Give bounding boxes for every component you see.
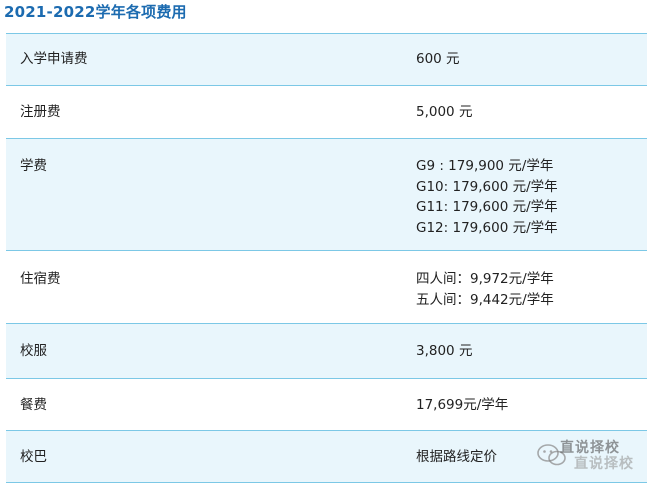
fee-value-line: 根据路线定价: [416, 449, 497, 465]
fee-value: 根据路线定价: [416, 447, 497, 468]
fee-table: 入学申请费 600 元 注册费 5,000 元 学费 G9 : 179,900 …: [6, 33, 647, 483]
fee-name: 住宿费: [20, 271, 61, 287]
fee-value: 3,800 元: [416, 341, 472, 362]
fee-value-line: G10: 179,600 元/学年: [416, 178, 558, 195]
fee-value-line: 五人间：9,442元/学年: [416, 291, 554, 308]
fee-name: 学费: [20, 158, 47, 174]
fee-value-line: 5,000 元: [416, 104, 473, 120]
fee-value: 17,699元/学年: [416, 395, 508, 416]
fee-value: 四人间：9,972元/学年 五人间：9,442元/学年: [416, 269, 554, 310]
fee-value: 600 元: [416, 49, 460, 70]
fee-value-line: G12: 179,600 元/学年: [416, 219, 558, 236]
fee-value: G9 : 179,900 元/学年 G10: 179,600 元/学年 G11:…: [416, 156, 558, 238]
fee-value-line: 四人间：9,972元/学年: [416, 271, 554, 287]
fee-row-registration: 注册费 5,000 元: [6, 86, 647, 139]
fee-row-application: 入学申请费 600 元: [6, 34, 647, 86]
fee-row-uniform: 校服 3,800 元: [6, 324, 647, 379]
fee-value-line: 600 元: [416, 51, 460, 67]
fee-value-line: G11: 179,600 元/学年: [416, 199, 558, 215]
fee-value-line: 17,699元/学年: [416, 397, 509, 413]
fee-row-meals: 餐费 17,699元/学年: [6, 379, 647, 431]
fee-name: 校巴: [20, 449, 47, 465]
fee-value-line: 3,800 元: [416, 343, 473, 359]
page-title: 2021-2022学年各项费用: [4, 3, 187, 21]
fee-name: 入学申请费: [20, 51, 88, 67]
fee-value: 5,000 元: [416, 102, 472, 123]
fee-row-accommodation: 住宿费 四人间：9,972元/学年 五人间：9,442元/学年: [6, 251, 647, 324]
fee-name: 注册费: [20, 104, 61, 120]
fee-value-line: G9 : 179,900 元/学年: [416, 158, 554, 174]
fee-name: 餐费: [20, 397, 47, 413]
fee-name: 校服: [20, 343, 47, 359]
fee-row-school-bus: 校巴 根据路线定价: [6, 431, 647, 483]
fee-row-tuition: 学费 G9 : 179,900 元/学年 G10: 179,600 元/学年 G…: [6, 139, 647, 251]
